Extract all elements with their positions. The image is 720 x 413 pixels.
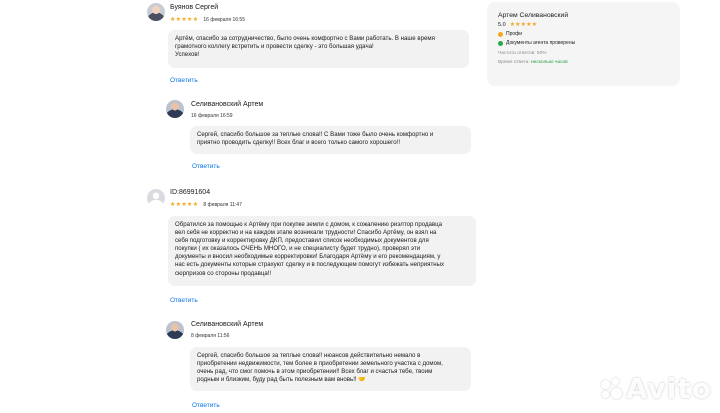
seller-name[interactable]: Артем Селивановский xyxy=(498,12,669,19)
answer-text: Сергей, спасибо большое за теплые слова!… xyxy=(190,126,471,154)
avito-logo-icon xyxy=(600,377,622,400)
review-text: Обратился за помощью к Артёму при покупк… xyxy=(168,216,476,286)
avatar[interactable] xyxy=(166,100,184,118)
response-time: Время ответа: несколько часов xyxy=(498,59,568,65)
review-meta: ★★★★★ 16 февраля 16:55 xyxy=(170,16,245,24)
seller-stats: Частота ответов: 50% Время ответа: неско… xyxy=(498,50,669,67)
rating-value: 5.0 xyxy=(498,22,506,28)
answer-date: 16 февраля 16:59 xyxy=(191,113,233,119)
answered-rate: Частота ответов: 50% xyxy=(498,51,547,56)
avito-watermark: Avito xyxy=(600,372,712,405)
avatar[interactable] xyxy=(147,189,165,207)
reply-button[interactable]: Ответить xyxy=(192,163,220,170)
badge-pro-label: Профи xyxy=(506,31,523,37)
review-date: 8 февраля 11:47 xyxy=(203,201,242,208)
answer-text: Сергей, спасибо большое за теплые слова!… xyxy=(190,347,471,391)
watermark-text: Avito xyxy=(625,372,712,405)
reply-button[interactable]: Ответить xyxy=(192,402,220,409)
review-text: Артём, спасибо за сотрудничество, было о… xyxy=(168,30,469,68)
rating-stars: ★★★★★ xyxy=(509,22,538,28)
reply-button[interactable]: Ответить xyxy=(170,297,198,304)
seller-card: Артем Селивановский 5.0 ★★★★★ Профи Доку… xyxy=(487,2,680,86)
badge-pro: Профи xyxy=(498,31,669,37)
answer-date: 8 февраля 11:56 xyxy=(191,333,230,339)
review-author[interactable]: Буянов Сергей xyxy=(170,4,218,11)
answer-author[interactable]: Селивановский Артем xyxy=(191,101,263,108)
pro-icon xyxy=(498,31,503,37)
badge-docs: Документы агента проверены xyxy=(498,40,669,46)
badge-docs-label: Документы агента проверены xyxy=(506,40,576,46)
avatar[interactable] xyxy=(166,321,184,339)
verified-icon xyxy=(498,40,503,46)
avatar[interactable] xyxy=(147,3,165,21)
answer-author[interactable]: Селивановский Артем xyxy=(191,321,263,328)
seller-rating: 5.0 ★★★★★ xyxy=(498,22,669,28)
review-meta: ★★★★★ 8 февраля 11:47 xyxy=(170,201,242,209)
review-date: 16 февраля 16:55 xyxy=(203,16,245,23)
rating-stars: ★★★★★ xyxy=(170,17,199,23)
review-author[interactable]: ID:86991604 xyxy=(170,189,210,196)
reply-button[interactable]: Ответить xyxy=(170,77,198,84)
rating-stars: ★★★★★ xyxy=(170,202,199,208)
